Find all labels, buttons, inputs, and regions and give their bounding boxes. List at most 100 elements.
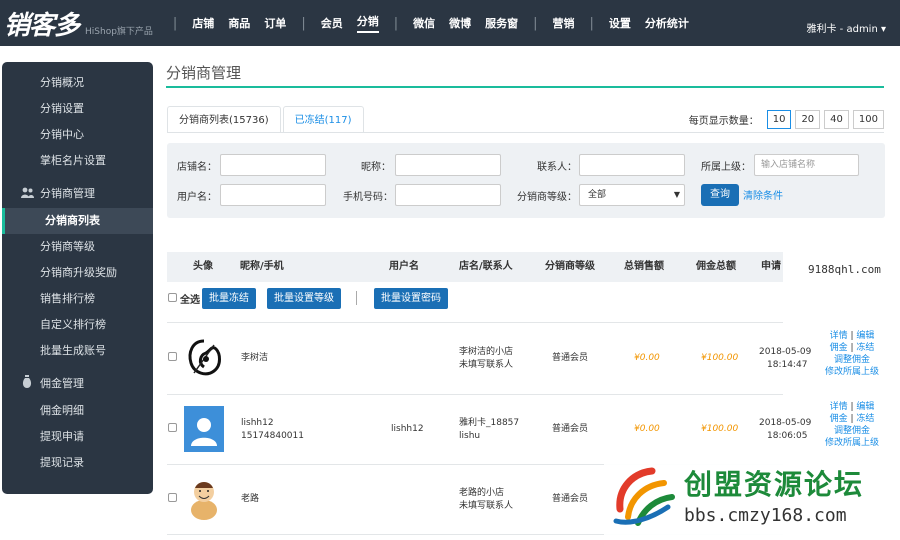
sidebar-item-upgrade-rewards[interactable]: 分销商升级奖励	[2, 260, 153, 286]
nav-members[interactable]: 会员	[321, 15, 343, 31]
change-superior-link[interactable]: 修改所属上级	[825, 438, 879, 448]
adjust-commission-link[interactable]: 调整佣金	[834, 426, 870, 436]
page-size-20[interactable]: 20	[795, 110, 821, 129]
row-checkbox[interactable]	[168, 423, 177, 432]
row-divider	[167, 394, 783, 395]
sidebar-group-label: 分销商管理	[40, 187, 95, 200]
tab-frozen[interactable]: 已冻结(117)	[282, 106, 364, 133]
sidebar-item-batch-accounts[interactable]: 批量生成账号	[2, 338, 153, 364]
level-label: 分销商等级：	[517, 192, 577, 203]
row-level: 普通会员	[552, 353, 589, 363]
nickname-label: 昵称：	[361, 162, 391, 173]
tab-bar: 分销商列表(15736) 已冻结(117)	[167, 106, 366, 133]
page-title: 分销商管理	[166, 64, 242, 82]
level-select[interactable]: 全部 ▼	[579, 184, 685, 206]
row-divider	[167, 322, 783, 323]
sidebar-group-commission[interactable]: 佣金管理	[2, 370, 153, 398]
logo-text: 销客多	[4, 10, 80, 41]
nav-separator: |	[589, 15, 594, 31]
title-divider	[166, 86, 884, 88]
top-nav: | 店铺 商品 订单 | 会员 分销 | 微信 微博 服务窗 | 营销 | 设置…	[165, 13, 696, 33]
nav-products[interactable]: 商品	[228, 15, 250, 31]
forum-logo-icon	[613, 467, 675, 526]
nickname-input[interactable]	[395, 154, 501, 176]
user-menu[interactable]: 雅利卡 - admin ▾	[807, 20, 887, 35]
sidebar-item-card-settings[interactable]: 掌柜名片设置	[2, 148, 153, 174]
query-button[interactable]: 查询	[701, 184, 739, 206]
sidebar-item-withdraw-records[interactable]: 提现记录	[2, 450, 153, 476]
sidebar-item-withdraw-request[interactable]: 提现申请	[2, 424, 153, 450]
bulk-actions-bar: 全选 批量冻结 批量设置等级 批量设置密码	[167, 286, 783, 310]
top-bar: 销客多 HiShop旗下产品 | 店铺 商品 订单 | 会员 分销 | 微信 微…	[0, 0, 900, 46]
row-actions: 详情 | 编辑 佣金 | 冻结 调整佣金 修改所属上级	[824, 402, 879, 448]
sidebar-item-levels[interactable]: 分销商等级	[2, 234, 153, 260]
sidebar-item-commission-detail[interactable]: 佣金明细	[2, 398, 153, 424]
detail-link[interactable]: 详情	[830, 402, 848, 412]
freeze-link[interactable]: 冻结	[856, 414, 874, 424]
nav-shop[interactable]: 店铺	[192, 15, 214, 31]
page-size-40[interactable]: 40	[824, 110, 849, 129]
col-level: 分销商等级	[545, 261, 595, 272]
row-nickname: lishh12	[241, 418, 274, 428]
page-size-100[interactable]: 100	[852, 110, 884, 129]
detail-link[interactable]: 详情	[830, 331, 848, 341]
row-commission: ¥100.00	[701, 353, 739, 363]
bulk-separator	[356, 291, 357, 305]
avatar	[184, 335, 224, 381]
col-avatar: 头像	[193, 261, 213, 272]
superior-input[interactable]: 输入店铺名称	[754, 154, 859, 176]
row-checkbox[interactable]	[168, 352, 177, 361]
row-checkbox[interactable]	[168, 493, 177, 502]
sidebar-item-settings[interactable]: 分销设置	[2, 96, 153, 122]
row-date: 2018-05-09	[759, 418, 812, 428]
row-time: 18:14:47	[767, 360, 808, 370]
contact-input[interactable]	[579, 154, 685, 176]
nav-distribution[interactable]: 分销	[356, 13, 379, 33]
bulk-freeze-button[interactable]: 批量冻结	[202, 288, 256, 309]
bulk-set-level-button[interactable]: 批量设置等级	[267, 288, 341, 309]
freeze-link[interactable]: 冻结	[856, 343, 874, 353]
row-sales: ¥0.00	[634, 353, 660, 363]
sidebar-item-distributor-list[interactable]: 分销商列表	[2, 208, 153, 234]
nav-wechat[interactable]: 微信	[413, 15, 435, 31]
filter-panel: 店铺名： 昵称： 联系人： 所属上级： 输入店铺名称 用户名： 手机号码： 分销…	[167, 143, 885, 218]
sidebar-group-distributors[interactable]: 分销商管理	[2, 180, 153, 208]
nav-analytics[interactable]: 分析统计	[645, 15, 689, 31]
select-all-checkbox[interactable]	[168, 293, 177, 302]
row-shop: 老路的小店	[459, 488, 505, 498]
phone-input[interactable]	[395, 184, 501, 206]
edit-link[interactable]: 编辑	[856, 402, 874, 412]
sidebar-item-custom-ranking[interactable]: 自定义排行榜	[2, 312, 153, 338]
col-total-sales: 总销售额	[624, 261, 664, 272]
shop-name-input[interactable]	[220, 154, 326, 176]
sidebar-item-center[interactable]: 分销中心	[2, 122, 153, 148]
username-input[interactable]	[220, 184, 326, 206]
clear-filters-link[interactable]: 清除条件	[743, 187, 783, 202]
commission-link[interactable]: 佣金	[830, 414, 848, 424]
tab-distributor-list[interactable]: 分销商列表(15736)	[167, 106, 281, 133]
watermark-site: 9188qhl.com	[808, 263, 881, 276]
change-superior-link[interactable]: 修改所属上级	[825, 367, 879, 377]
page-size-10[interactable]: 10	[766, 110, 792, 129]
edit-link[interactable]: 编辑	[856, 331, 874, 341]
nav-marketing[interactable]: 营销	[552, 15, 574, 31]
sidebar-item-overview[interactable]: 分销概况	[2, 70, 153, 96]
sidebar: 分销概况 分销设置 分销中心 掌柜名片设置 分销商管理 分销商列表 分销商等级 …	[2, 62, 153, 494]
row-contact: lishu	[459, 431, 481, 441]
row-actions: 详情 | 编辑 佣金 | 冻结 调整佣金 修改所属上级	[824, 331, 879, 377]
col-apply: 申请	[761, 261, 781, 272]
logo[interactable]: 销客多 HiShop旗下产品	[4, 5, 153, 42]
nav-orders[interactable]: 订单	[264, 15, 286, 31]
page-size-selector: 每页显示数量： 10 20 40 100	[689, 110, 884, 129]
logo-subtitle: HiShop旗下产品	[85, 26, 153, 37]
commission-link[interactable]: 佣金	[830, 343, 848, 353]
nav-weibo[interactable]: 微博	[449, 15, 471, 31]
col-total-commission: 佣金总额	[696, 261, 736, 272]
adjust-commission-link[interactable]: 调整佣金	[834, 355, 870, 365]
nav-service-window[interactable]: 服务窗	[485, 15, 518, 31]
nav-settings[interactable]: 设置	[609, 15, 631, 31]
bulk-set-password-button[interactable]: 批量设置密码	[374, 288, 448, 309]
sidebar-item-sales-ranking[interactable]: 销售排行榜	[2, 286, 153, 312]
row-username: lishh12	[391, 424, 424, 434]
row-contact: 未填写联系人	[459, 360, 514, 370]
